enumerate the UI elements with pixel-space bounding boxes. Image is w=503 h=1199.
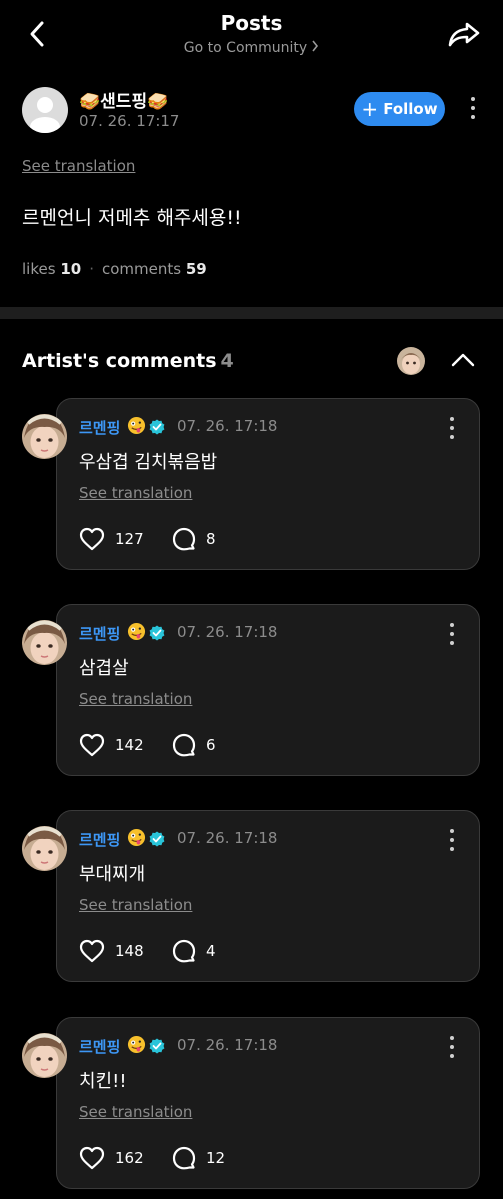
share-icon xyxy=(448,22,480,47)
avatar[interactable] xyxy=(22,620,67,665)
sandwich-emoji: 🥪 xyxy=(79,92,101,112)
comment-author[interactable]: 르멘핑 xyxy=(79,417,120,438)
artist-comment: 르멘핑 07. 26. 17:18 치킨!! See translation 1 xyxy=(0,1017,503,1192)
reply-button[interactable]: 8 xyxy=(172,527,216,551)
chevron-right-icon xyxy=(311,40,319,56)
likes-label: likes xyxy=(22,260,56,278)
reply-button[interactable]: 4 xyxy=(172,939,216,963)
comment-timestamp: 07. 26. 17:18 xyxy=(177,417,278,435)
artist-comment: 르멘핑 07. 26. 17:18 부대찌개 See translation 1 xyxy=(0,810,503,985)
see-translation-link[interactable]: See translation xyxy=(22,157,135,175)
see-translation-link[interactable]: See translation xyxy=(79,896,192,914)
comment-author[interactable]: 르멘핑 xyxy=(79,623,120,644)
comment-card[interactable]: 르멘핑 07. 26. 17:18 삼겹살 See translation 14 xyxy=(56,604,480,776)
sandwich-emoji: 🥪 xyxy=(147,92,169,112)
comment-bubble-icon xyxy=(172,939,196,963)
follow-button[interactable]: + Follow xyxy=(354,92,445,126)
post-body: 르멘언니 저메추 해주세용!! xyxy=(22,207,242,229)
reply-button[interactable]: 6 xyxy=(172,733,216,757)
reply-button[interactable]: 12 xyxy=(172,1146,225,1170)
comment-bubble-icon xyxy=(172,733,196,757)
like-button[interactable]: 127 xyxy=(79,527,144,551)
zany-face-emoji xyxy=(127,416,146,435)
more-vertical-icon[interactable] xyxy=(448,623,456,645)
comment-timestamp: 07. 26. 17:18 xyxy=(177,1036,278,1054)
more-vertical-icon[interactable] xyxy=(448,829,456,851)
verified-badge-icon xyxy=(149,831,165,847)
heart-icon xyxy=(79,527,105,551)
like-button[interactable]: 142 xyxy=(79,733,144,757)
comment-card[interactable]: 르멘핑 07. 26. 17:18 우삼겹 김치볶음밥 See translat… xyxy=(56,398,480,570)
avatar[interactable] xyxy=(22,826,67,871)
comment-text: 치킨!! xyxy=(79,1071,127,1092)
zany-face-emoji xyxy=(127,1035,146,1054)
more-vertical-icon[interactable] xyxy=(448,1036,456,1058)
default-avatar-icon xyxy=(30,97,60,133)
comment-card[interactable]: 르멘핑 07. 26. 17:18 치킨!! See translation 1 xyxy=(56,1017,480,1189)
artist-comments-count: 4 xyxy=(220,350,234,372)
comment-author[interactable]: 르멘핑 xyxy=(79,829,120,850)
avatar[interactable] xyxy=(22,1033,67,1078)
author-name[interactable]: 🥪샌드핑🥪 xyxy=(79,87,168,112)
go-to-community-link[interactable]: Go to Community xyxy=(0,40,503,56)
page-title: Posts xyxy=(220,11,283,35)
reply-count: 8 xyxy=(206,530,216,548)
heart-icon xyxy=(79,1146,105,1170)
artist-comment: 르멘핑 07. 26. 17:18 삼겹살 See translation 14 xyxy=(0,604,503,779)
see-translation-link[interactable]: See translation xyxy=(79,690,192,708)
comment-text: 삼겹살 xyxy=(79,658,129,679)
comment-text: 우삼겹 김치볶음밥 xyxy=(79,452,218,473)
like-button[interactable]: 162 xyxy=(79,1146,144,1170)
see-translation-link[interactable]: See translation xyxy=(79,484,192,502)
section-divider xyxy=(0,307,503,319)
artist-avatar xyxy=(397,347,425,375)
avatar[interactable] xyxy=(22,87,68,133)
comment-card[interactable]: 르멘핑 07. 26. 17:18 부대찌개 See translation 1 xyxy=(56,810,480,982)
plus-icon: + xyxy=(361,97,379,121)
reply-count: 6 xyxy=(206,736,216,754)
post-author-row: 🥪샌드핑🥪 07. 26. 17:17 + Follow xyxy=(0,85,503,135)
more-vertical-icon[interactable] xyxy=(469,97,477,119)
follow-label: Follow xyxy=(383,100,438,118)
share-button[interactable] xyxy=(446,18,482,50)
more-vertical-icon[interactable] xyxy=(448,417,456,439)
post-stats: likes 10 · comments 59 xyxy=(22,260,207,278)
comment-bubble-icon xyxy=(172,1146,196,1170)
reply-count: 4 xyxy=(206,942,216,960)
like-count: 148 xyxy=(115,942,144,960)
zany-face-emoji xyxy=(127,828,146,847)
author-name-text: 샌드핑 xyxy=(100,92,148,112)
reply-count: 12 xyxy=(206,1149,226,1167)
see-translation-link[interactable]: See translation xyxy=(79,1103,192,1121)
comment-author[interactable]: 르멘핑 xyxy=(79,1036,120,1057)
post-timestamp: 07. 26. 17:17 xyxy=(79,112,180,130)
go-to-community-label: Go to Community xyxy=(183,40,308,56)
avatar[interactable] xyxy=(22,414,67,459)
like-count: 127 xyxy=(115,530,144,548)
verified-badge-icon xyxy=(149,625,165,641)
likes-count: 10 xyxy=(60,260,82,278)
comment-bubble-icon xyxy=(172,527,196,551)
like-count: 142 xyxy=(115,736,144,754)
top-bar: Posts Go to Community xyxy=(0,0,503,70)
artist-comments-title: Artist's comments 4 xyxy=(22,350,234,372)
comments-label: comments xyxy=(101,260,182,278)
comments-count: 59 xyxy=(185,260,207,278)
heart-icon xyxy=(79,939,105,963)
artist-comment: 르멘핑 07. 26. 17:18 우삼겹 김치볶음밥 See translat… xyxy=(0,398,503,573)
heart-icon xyxy=(79,733,105,757)
zany-face-emoji xyxy=(127,622,146,641)
comment-timestamp: 07. 26. 17:18 xyxy=(177,623,278,641)
collapse-button[interactable] xyxy=(450,350,476,370)
verified-badge-icon xyxy=(149,1038,165,1054)
chevron-up-icon xyxy=(451,353,475,367)
comment-text: 부대찌개 xyxy=(79,864,146,885)
artist-comments-label: Artist's comments xyxy=(22,350,217,372)
comment-timestamp: 07. 26. 17:18 xyxy=(177,829,278,847)
verified-badge-icon xyxy=(149,419,165,435)
like-button[interactable]: 148 xyxy=(79,939,144,963)
like-count: 162 xyxy=(115,1149,144,1167)
